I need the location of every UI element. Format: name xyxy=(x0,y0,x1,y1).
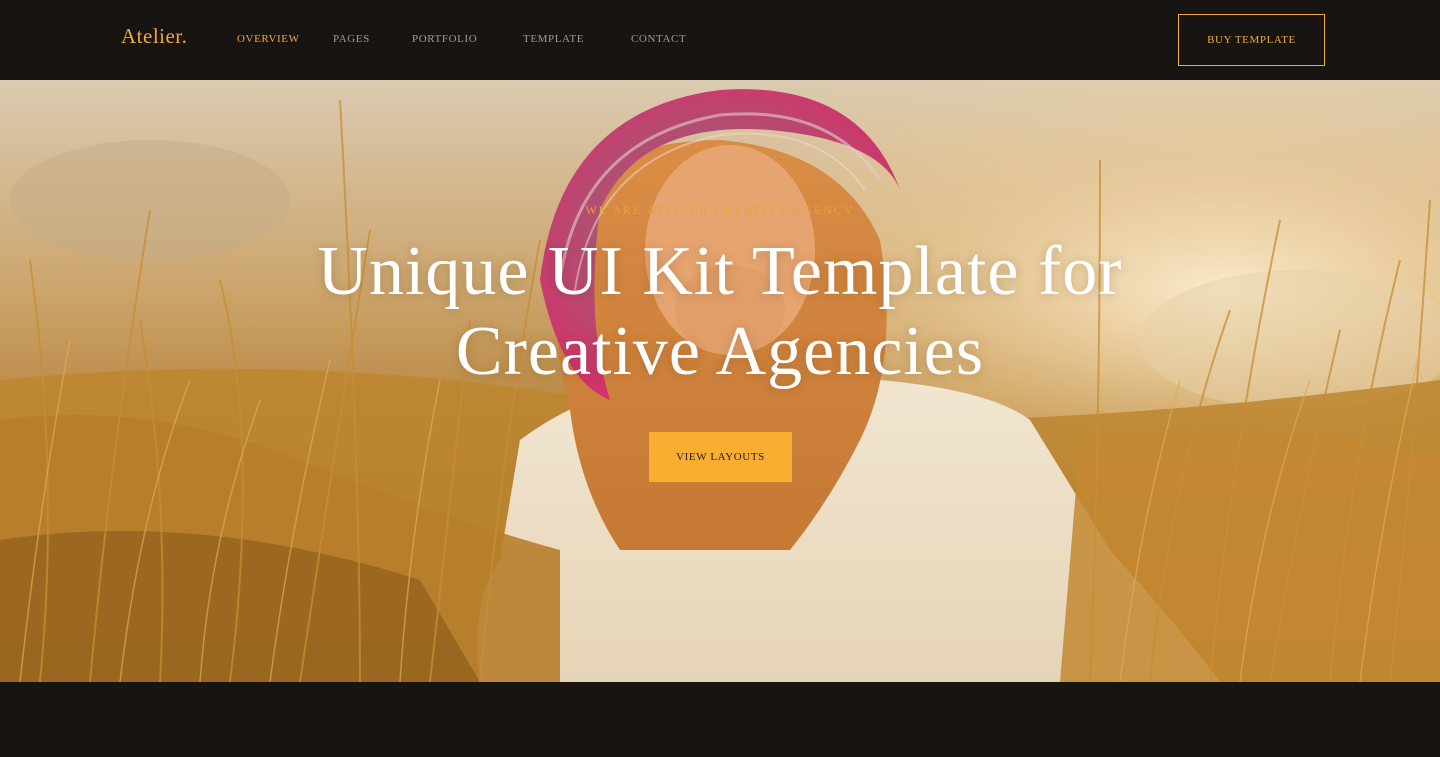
hero-section: WE ARE ATELIER CREATIVE AGENCY Unique UI… xyxy=(0,80,1440,682)
view-layouts-button[interactable]: VIEW LAYOUTS xyxy=(649,432,792,482)
brand-logo[interactable]: Atelier. xyxy=(121,24,187,49)
nav-item-template[interactable]: TEMPLATE xyxy=(523,33,584,45)
top-navbar: Atelier. OVERVIEW PAGES PORTFOLIO TEMPLA… xyxy=(0,0,1440,80)
buy-template-button[interactable]: BUY TEMPLATE xyxy=(1178,14,1325,66)
nav-item-pages[interactable]: PAGES xyxy=(333,33,370,45)
nav-item-overview[interactable]: OVERVIEW xyxy=(237,33,300,45)
hero-headline: Unique UI Kit Template for Creative Agen… xyxy=(220,232,1220,392)
section-below-hero xyxy=(0,682,1440,757)
nav-item-contact[interactable]: CONTACT xyxy=(631,33,686,45)
nav-item-portfolio[interactable]: PORTFOLIO xyxy=(412,33,477,45)
hero-headline-line-2: Creative Agencies xyxy=(455,313,985,390)
hero-eyebrow-text: WE ARE ATELIER CREATIVE AGENCY xyxy=(585,203,855,217)
hero-headline-line-1: Unique UI Kit Template for xyxy=(317,233,1123,310)
